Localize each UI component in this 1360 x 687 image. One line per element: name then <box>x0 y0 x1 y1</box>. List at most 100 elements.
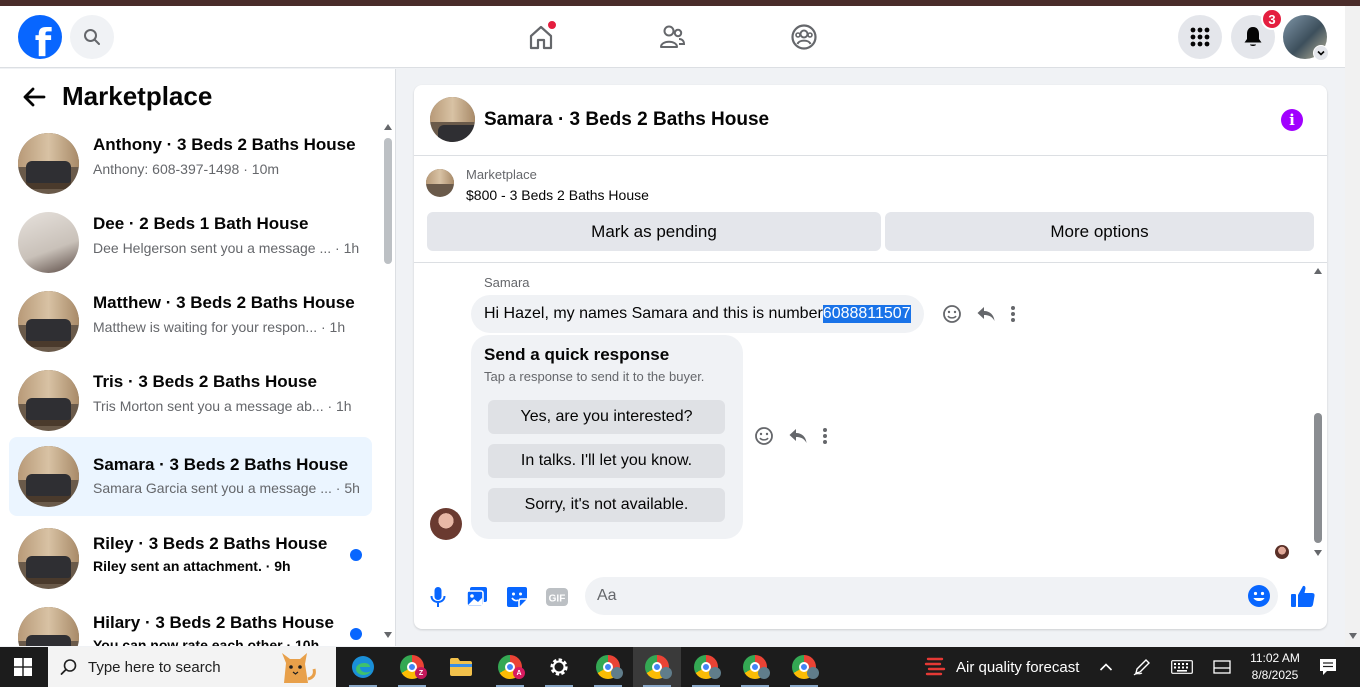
sidebar-scroll-down-arrow[interactable] <box>384 632 392 638</box>
gif-icon: GIF <box>546 588 568 606</box>
reply-icon[interactable] <box>788 426 808 446</box>
menu-button[interactable] <box>1178 15 1222 59</box>
conversation-snippet: Riley sent an attachment. · 9h <box>93 558 291 574</box>
taskbar-chrome-3[interactable] <box>682 647 730 687</box>
chat-scrollbar[interactable] <box>1312 265 1324 560</box>
profile-avatar-button[interactable] <box>1283 15 1329 61</box>
conversation-item[interactable]: Anthony · 3 Beds 2 Baths House Anthony: … <box>9 125 372 203</box>
more-options-button[interactable]: More options <box>885 212 1314 251</box>
conversation-item[interactable]: Dee · 2 Beds 1 Bath House Dee Helgerson … <box>9 204 372 282</box>
message-bubble[interactable]: Hi Hazel, my names Samara and this is nu… <box>471 295 924 333</box>
start-button[interactable] <box>0 647 46 687</box>
conversation-item[interactable]: Riley · 3 Beds 2 Baths House Riley sent … <box>9 520 372 598</box>
home-nav-button[interactable] <box>523 19 559 55</box>
listing-price[interactable]: $800 - 3 Beds 2 Baths House <box>466 187 649 203</box>
taskbar-chrome-5[interactable] <box>780 647 828 687</box>
emoji-icon[interactable] <box>1247 584 1271 608</box>
profile-badge-icon <box>807 667 819 679</box>
message-input[interactable] <box>597 577 1217 615</box>
sidebar-title: Marketplace <box>62 81 213 111</box>
show-hidden-icons-button[interactable] <box>1094 647 1118 687</box>
profile-badge-icon <box>758 667 770 679</box>
conversation-snippet: Dee Helgerson sent you a message ... · 1… <box>93 240 360 256</box>
taskbar-chrome-2-active[interactable] <box>633 647 681 687</box>
taskbar-search-box[interactable]: Type here to search <box>48 647 336 687</box>
send-like-button[interactable] <box>1290 583 1316 609</box>
groups-nav-button[interactable] <box>786 19 822 55</box>
conversation-item[interactable]: Tris · 3 Beds 2 Baths House Tris Morton … <box>9 362 372 440</box>
conversation-item-active[interactable]: Samara · 3 Beds 2 Baths House Samara Gar… <box>9 437 372 516</box>
message-thread: Samara Hi Hazel, my names Samara and thi… <box>414 265 1327 560</box>
react-emoji-icon[interactable] <box>754 426 774 446</box>
more-vertical-icon[interactable] <box>822 427 828 445</box>
sidebar-scroll-thumb[interactable] <box>384 138 392 264</box>
quick-response-option[interactable]: Yes, are you interested? <box>488 400 725 434</box>
taskbar-chrome-profile-z[interactable]: Z <box>388 647 436 687</box>
home-notification-dot <box>547 20 557 30</box>
bell-icon <box>1244 27 1262 46</box>
listing-thumbnail <box>18 212 79 273</box>
friends-icon <box>660 25 686 48</box>
taskbar-chrome-profile-a[interactable]: A <box>486 647 534 687</box>
chat-scroll-down-arrow[interactable] <box>1314 550 1322 556</box>
svg-text:GIF: GIF <box>549 594 566 605</box>
taskbar-settings[interactable] <box>535 647 583 687</box>
mark-as-pending-button[interactable]: Mark as pending <box>427 212 881 251</box>
reply-icon[interactable] <box>976 304 996 324</box>
quick-response-title: Send a quick response <box>484 345 670 364</box>
taskbar-edge[interactable] <box>339 647 387 687</box>
message-composer: GIF <box>414 569 1327 625</box>
unread-dot <box>350 549 362 561</box>
monitor-icon <box>1213 660 1231 674</box>
voice-clip-button[interactable] <box>426 585 450 609</box>
gif-button[interactable]: GIF <box>545 585 569 609</box>
conversation-item[interactable]: Matthew · 3 Beds 2 Baths House Matthew i… <box>9 283 372 361</box>
marketplace-sidebar: Marketplace Anthony · 3 Beds 2 Baths Hou… <box>0 69 396 646</box>
conversation-item[interactable]: Hilary · 3 Beds 2 Baths House You can no… <box>9 599 372 646</box>
taskbar-file-explorer[interactable] <box>437 647 485 687</box>
taskbar-chrome-1[interactable] <box>584 647 632 687</box>
conversation-name: Samara · 3 Beds 2 Baths House <box>93 455 349 474</box>
chat-listing-thumbnail[interactable] <box>430 97 475 142</box>
listing-small-thumbnail[interactable] <box>426 169 454 197</box>
profile-badge-icon <box>660 667 672 679</box>
notification-center-button[interactable] <box>1314 647 1342 687</box>
listing-category: Marketplace <box>466 167 537 182</box>
back-arrow-icon[interactable] <box>22 86 46 108</box>
sticker-button[interactable] <box>505 585 529 609</box>
quick-response-option[interactable]: Sorry, it's not available. <box>488 488 725 522</box>
grid-menu-icon <box>1190 27 1210 47</box>
sidebar-scroll-up-arrow[interactable] <box>384 124 392 130</box>
notifications-button[interactable]: 3 <box>1231 8 1283 59</box>
attach-photo-button[interactable] <box>465 585 489 609</box>
react-emoji-icon[interactable] <box>942 304 962 324</box>
notifications-badge: 3 <box>1261 8 1283 30</box>
more-vertical-icon[interactable] <box>1010 305 1016 323</box>
facebook-logo[interactable]: f <box>18 15 62 59</box>
chat-scroll-thumb[interactable] <box>1314 413 1322 543</box>
taskbar-chrome-4[interactable] <box>731 647 779 687</box>
friends-nav-button[interactable] <box>654 19 690 55</box>
notification-center-icon <box>1320 659 1336 675</box>
sender-name: Samara <box>484 275 530 290</box>
message-highlighted-number: 6088811507 <box>822 305 911 323</box>
sender-avatar[interactable] <box>430 508 462 540</box>
search-button[interactable] <box>70 15 114 59</box>
message-input-container <box>585 577 1278 615</box>
system-clock[interactable]: 11:02 AM 8/8/2025 <box>1240 650 1310 684</box>
chat-title[interactable]: Samara · 3 Beds 2 Baths House <box>484 109 769 131</box>
sidebar-scrollbar[interactable] <box>381 124 393 644</box>
weather-widget[interactable]: Air quality forecast <box>924 647 1079 687</box>
page-scroll-down-arrow[interactable] <box>1349 633 1357 639</box>
touch-keyboard-button[interactable] <box>1168 647 1196 687</box>
chat-scroll-up-arrow[interactable] <box>1314 268 1322 274</box>
listing-thumbnail <box>18 133 79 194</box>
quick-response-option[interactable]: In talks. I'll let you know. <box>488 444 725 478</box>
display-button[interactable] <box>1208 647 1236 687</box>
page-scrollbar[interactable] <box>1345 6 1360 646</box>
message-text: Hi Hazel, my names Samara and this is nu… <box>484 305 823 322</box>
pen-menu-button[interactable] <box>1130 647 1154 687</box>
info-icon[interactable]: i <box>1281 109 1303 131</box>
sticker-icon <box>507 587 527 607</box>
photo-icon <box>466 587 487 607</box>
